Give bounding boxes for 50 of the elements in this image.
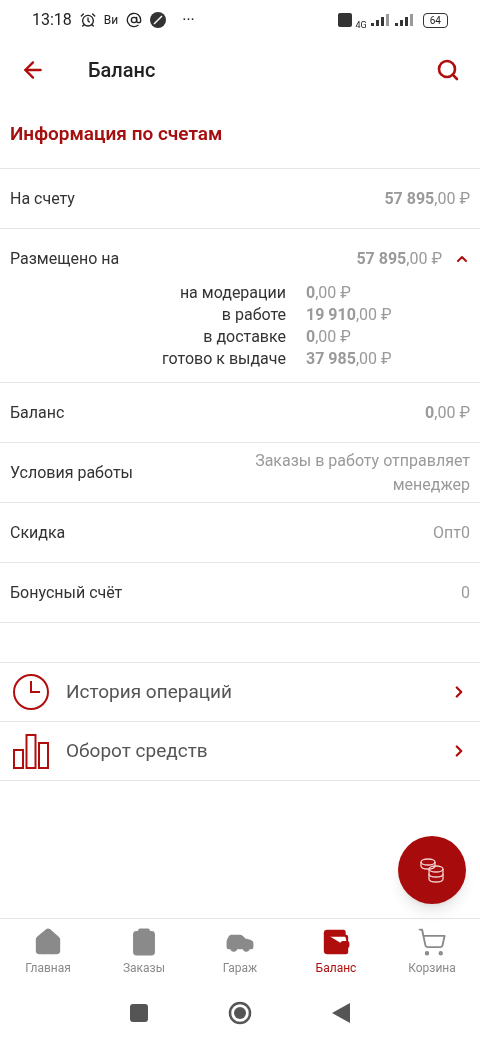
menu-item[interactable]: Оборот средств (0, 722, 480, 781)
alarm-icon (79, 12, 96, 28)
detail-value: 0,00 ₽ (306, 282, 352, 304)
house-icon (33, 927, 63, 957)
menu-item[interactable]: История операций (0, 663, 480, 722)
detail-value: 19 910,00 ₽ (306, 304, 393, 326)
at-icon (126, 12, 143, 28)
row-value: 0 (461, 581, 470, 604)
detail-label: в доставке (202, 326, 286, 348)
volte-icon (337, 13, 352, 27)
detail-label: в работе (220, 304, 286, 326)
row-value: Опт0 (433, 521, 470, 544)
nav-tab[interactable]: Заказы (96, 919, 192, 985)
signal-icon (394, 14, 415, 26)
detail-label: готово к выдаче (161, 348, 286, 370)
search-button[interactable] (436, 58, 460, 82)
bar-chart-icon (12, 732, 50, 770)
cart-icon (417, 927, 447, 957)
row-label: Баланс (10, 401, 65, 424)
more-notifications: ··· (182, 9, 195, 31)
status-carrier: Ви (103, 12, 119, 29)
battery-indicator: 64 (422, 12, 448, 28)
section-title: Информация по счетам (10, 120, 223, 147)
signal-icon (370, 14, 391, 26)
nav-tab[interactable]: Корзина (384, 919, 480, 985)
coins-fab[interactable] (398, 836, 466, 904)
row-value: 57 895,00 ₽ (356, 247, 442, 270)
row-label: На счету (10, 187, 75, 210)
row-value: 0,00 ₽ (425, 401, 470, 424)
nav-tab[interactable]: Главная (0, 919, 96, 985)
detail-value: 0,00 ₽ (306, 326, 352, 348)
row-label: Условия работы (10, 461, 134, 484)
coins-icon (417, 855, 447, 885)
status-time: 13:18 (32, 9, 72, 31)
row-value: Заказы в работу отправляет менеджер (254, 449, 470, 496)
nav-tab[interactable]: Баланс (288, 919, 384, 985)
home-circle-icon[interactable] (228, 1001, 252, 1025)
row-label: Бонусный счёт (10, 581, 123, 604)
network-type: 4G (355, 20, 367, 30)
row-label: Размещено на (10, 247, 120, 270)
row-label: Скидка (10, 521, 66, 544)
nav-tab[interactable]: Гараж (192, 919, 288, 985)
detail-value: 37 985,00 ₽ (306, 348, 393, 370)
app-icon (150, 12, 167, 28)
page-title: Баланс (88, 57, 157, 84)
wallet-icon (321, 927, 351, 957)
back-triangle-icon[interactable] (332, 1003, 350, 1023)
row-value: 57 895,00 ₽ (384, 187, 470, 210)
detail-label: на модерации (178, 282, 286, 304)
clock-icon (12, 673, 50, 711)
